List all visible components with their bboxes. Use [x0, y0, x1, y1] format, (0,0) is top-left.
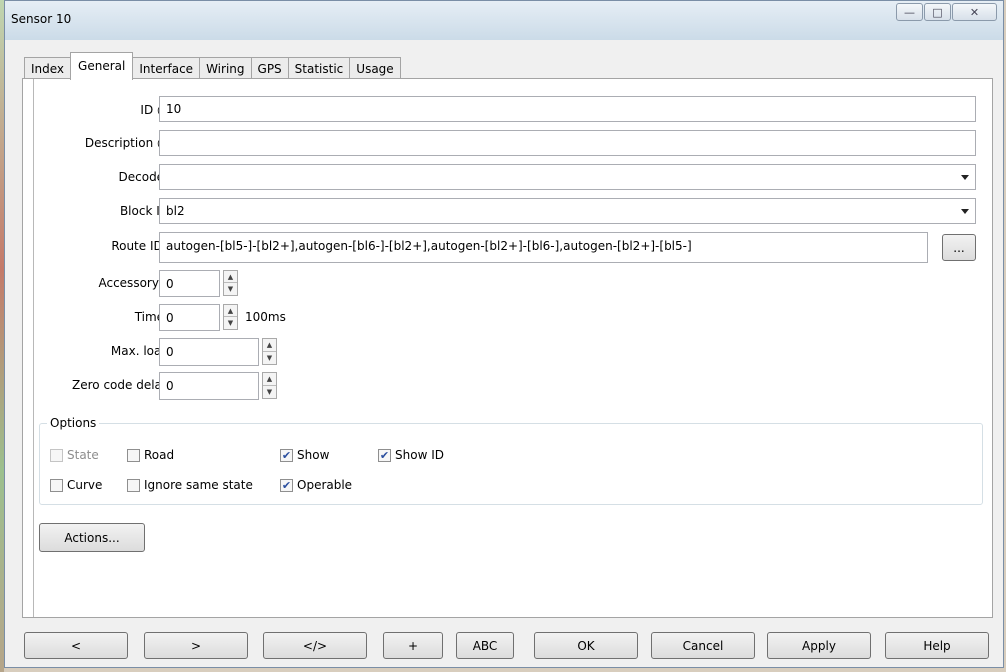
spin-down-icon[interactable]: ▼ [224, 317, 237, 329]
close-icon: ✕ [969, 5, 980, 19]
id-label: ID @ [140, 103, 169, 117]
routeids-browse-button[interactable]: ... [942, 234, 976, 261]
maximize-button[interactable]: □ [924, 3, 951, 21]
zerocode-label: Zero code delay [72, 378, 169, 392]
close-button[interactable]: ✕ [952, 3, 997, 21]
accessory-label: Accessory# [98, 276, 169, 290]
checkmark-icon: ✔ [280, 478, 293, 492]
checkbox-icon [50, 448, 63, 462]
decoder-select[interactable] [159, 164, 976, 190]
road-checkbox[interactable]: Road [127, 448, 174, 462]
routeids-value: autogen-[bl5-]-[bl2+],autogen-[bl6-]-[bl… [166, 239, 692, 253]
checkbox-icon [50, 478, 63, 492]
minimize-button[interactable]: — [896, 3, 923, 21]
timer-label: Timer [134, 310, 169, 324]
tab-index[interactable]: Index [24, 57, 72, 80]
checkbox-icon [127, 448, 140, 462]
tab-interface[interactable]: Interface [132, 57, 201, 80]
next-button[interactable]: > [144, 632, 248, 659]
xml-button[interactable]: </> [263, 632, 367, 659]
spin-up-icon[interactable]: ▲ [263, 339, 276, 352]
maxload-input[interactable]: 0 [159, 338, 259, 366]
routeids-label: Route IDs [111, 239, 169, 253]
title-bar: Sensor 10 — □ ✕ [5, 1, 1003, 40]
options-title: Options [47, 416, 100, 430]
spin-up-icon[interactable]: ▲ [224, 271, 237, 283]
routeids-input[interactable]: autogen-[bl5-]-[bl2+],autogen-[bl6-]-[bl… [159, 232, 928, 263]
operable-label: Operable [297, 478, 353, 492]
ignore-same-state-checkbox[interactable]: Ignore same state [127, 478, 253, 492]
sensor-dialog: Sensor 10 — □ ✕ Index General Interface … [4, 0, 1004, 668]
accessory-input[interactable]: 0 [159, 270, 220, 297]
general-panel: ID @ 10 Description @ Decoder Block ID b… [22, 78, 993, 618]
maxload-spinner[interactable]: ▲ ▼ [262, 338, 277, 365]
tab-usage[interactable]: Usage [349, 57, 401, 80]
chevron-down-icon [961, 175, 969, 180]
panel-content: ID @ 10 Description @ Decoder Block ID b… [33, 79, 992, 617]
maxload-label: Max. load [110, 344, 169, 358]
showid-checkbox[interactable]: ✔ Show ID [378, 448, 444, 462]
blockid-value: bl2 [166, 204, 185, 218]
state-label: State [67, 448, 99, 462]
timer-spinner[interactable]: ▲ ▼ [223, 304, 238, 330]
spin-down-icon[interactable]: ▼ [263, 352, 276, 365]
spin-up-icon[interactable]: ▲ [263, 373, 276, 386]
show-label: Show [297, 448, 330, 462]
timer-unit: 100ms [245, 310, 286, 324]
maxload-value: 0 [166, 345, 174, 359]
minimize-icon: — [904, 5, 915, 19]
tab-general[interactable]: General [70, 52, 134, 80]
window-controls: — □ ✕ [895, 3, 997, 21]
zerocode-spinner[interactable]: ▲ ▼ [262, 372, 277, 399]
zerocode-value: 0 [166, 379, 174, 393]
spin-up-icon[interactable]: ▲ [224, 305, 237, 317]
accessory-spinner[interactable]: ▲ ▼ [223, 270, 238, 296]
add-button[interactable]: + [383, 632, 443, 659]
ok-button[interactable]: OK [534, 632, 638, 659]
blockid-select[interactable]: bl2 [159, 198, 976, 224]
checkmark-icon: ✔ [280, 448, 293, 462]
zerocode-input[interactable]: 0 [159, 372, 259, 400]
state-checkbox[interactable]: State [50, 448, 99, 462]
actions-button[interactable]: Actions... [39, 523, 145, 552]
curve-label: Curve [67, 478, 103, 492]
decoder-label: Decoder [118, 170, 170, 184]
options-group: Options State Road ✔ Show ✔ Show ID Curve … [39, 416, 983, 505]
road-label: Road [144, 448, 175, 462]
checkmark-icon: ✔ [378, 448, 391, 462]
tab-statistic[interactable]: Statistic [287, 57, 351, 80]
show-checkbox[interactable]: ✔ Show [280, 448, 329, 462]
operable-checkbox[interactable]: ✔ Operable [280, 478, 352, 492]
description-label: Description @ [84, 136, 169, 150]
help-button[interactable]: Help [885, 632, 989, 659]
spin-down-icon[interactable]: ▼ [224, 283, 237, 295]
apply-button[interactable]: Apply [767, 632, 871, 659]
id-input[interactable]: 10 [159, 96, 976, 122]
maximize-icon: □ [932, 5, 943, 19]
chevron-down-icon [961, 209, 969, 214]
previous-button[interactable]: < [24, 632, 128, 659]
description-input[interactable] [159, 130, 976, 156]
abc-button[interactable]: ABC [456, 632, 514, 659]
window-title: Sensor 10 [11, 12, 72, 26]
timer-value: 0 [166, 310, 174, 325]
tab-gps[interactable]: GPS [250, 57, 289, 80]
id-value: 10 [166, 102, 182, 116]
checkbox-icon [127, 478, 140, 492]
timer-input[interactable]: 0 [159, 304, 220, 331]
tab-wiring[interactable]: Wiring [199, 57, 252, 80]
blockid-label: Block ID [119, 204, 169, 218]
spin-down-icon[interactable]: ▼ [263, 386, 276, 399]
accessory-value: 0 [166, 276, 174, 291]
showid-label: Show ID [395, 448, 444, 462]
tab-bar: Index General Interface Wiring GPS Stati… [24, 52, 401, 80]
cancel-button[interactable]: Cancel [651, 632, 755, 659]
curve-checkbox[interactable]: Curve [50, 478, 102, 492]
ignore-same-state-label: Ignore same state [144, 478, 253, 492]
